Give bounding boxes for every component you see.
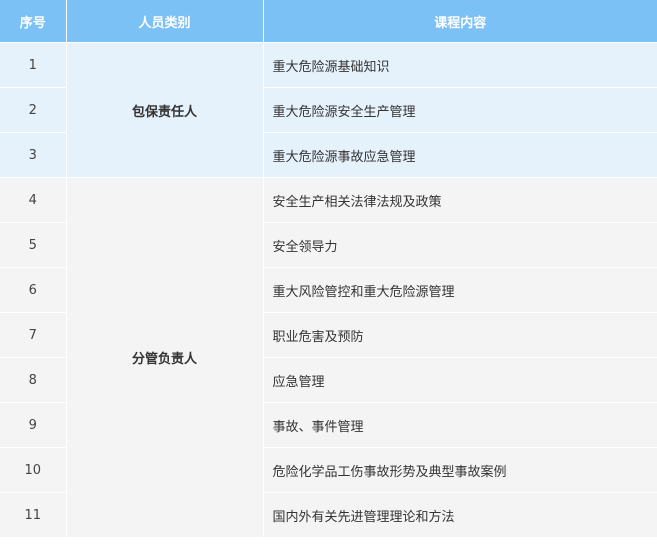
row-no: 6 [0,267,67,313]
row-no: 9 [0,402,67,448]
header-type: 人员类别 [66,0,264,43]
course-cell: 国内外有关先进管理理论和方法 [263,492,657,538]
course-cell: 危险化学品工伤事故形势及典型事故案例 [263,447,657,493]
row-no: 8 [0,357,67,403]
course-cell: 事故、事件管理 [263,402,657,448]
course-cell: 职业危害及预防 [263,312,657,358]
row-no: 11 [0,492,67,538]
personnel-type-cell: 分管负责人 [66,177,264,538]
row-no: 7 [0,312,67,358]
table-row: 1 包保责任人 重大危险源基础知识 [0,42,657,178]
header-course: 课程内容 [263,0,657,43]
course-cell: 重大危险源安全生产管理 [263,87,657,133]
course-cell: 重大风险管控和重大危险源管理 [263,267,657,313]
personnel-type-cell: 包保责任人 [66,42,264,178]
table-row: 4 分管负责人 安全生产相关法律法规及政策 [0,177,657,538]
row-no: 5 [0,222,67,268]
table-header-row: 序号 人员类别 课程内容 [0,0,657,43]
course-cell: 重大危险源事故应急管理 [263,132,657,178]
course-cell: 安全生产相关法律法规及政策 [263,177,657,223]
row-no: 4 [0,177,67,223]
course-cell: 应急管理 [263,357,657,403]
course-cell: 重大危险源基础知识 [263,42,657,88]
row-no: 10 [0,447,67,493]
row-no: 3 [0,132,67,178]
training-table: 序号 人员类别 课程内容 1 包保责任人 重大危险源基础知识 2 重大危险源安全… [0,0,657,538]
row-no: 2 [0,87,67,133]
row-no: 1 [0,42,67,88]
header-no: 序号 [0,0,67,43]
course-cell: 安全领导力 [263,222,657,268]
